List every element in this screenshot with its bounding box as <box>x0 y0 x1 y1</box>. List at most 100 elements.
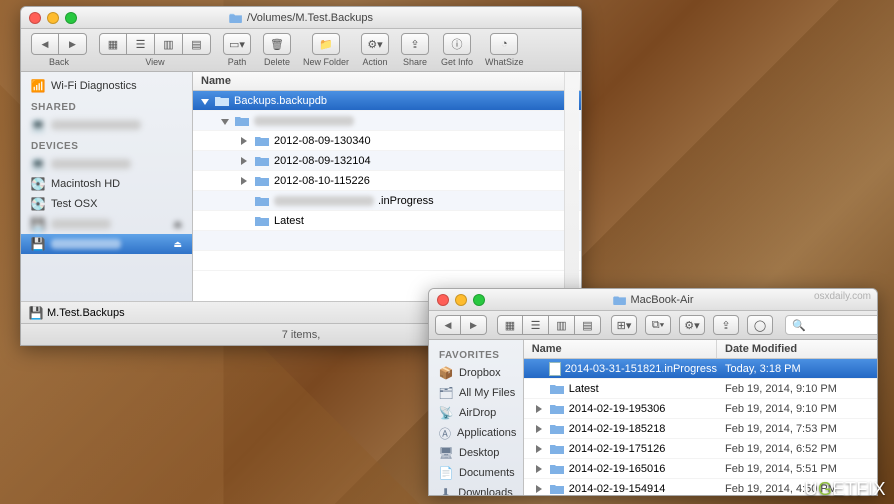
item-date: Feb 19, 2014, 9:10 PM <box>717 403 877 415</box>
sidebar-item-device-redacted[interactable]: 💻 <box>21 154 192 174</box>
back-button[interactable]: ◀ <box>31 33 59 55</box>
sidebar: 📶 Wi-Fi Diagnostics SHARED 💻 DEVICES 💻 💽… <box>21 72 193 301</box>
list-item[interactable]: 2012-08-09-132104 <box>193 151 581 171</box>
action-button[interactable]: ⚙▾ <box>361 33 389 55</box>
sidebar-item-selected-volume[interactable]: 💾 ⏏ <box>21 234 192 254</box>
sidebar-item-all-my-files[interactable]: 🗂All My Files <box>429 383 523 403</box>
list-item[interactable]: 2014-03-31-151821.inProgressToday, 3:18 … <box>524 359 877 379</box>
sidebar-item-downloads[interactable]: ⬇Downloads <box>429 483 523 495</box>
sidebar-item-shared-redacted[interactable]: 💻 <box>21 115 192 135</box>
sidebar-item-desktop[interactable]: 🖥Desktop <box>429 443 523 463</box>
disclosure-triangle[interactable] <box>536 424 546 434</box>
sidebar-item-test-osx[interactable]: 💽 Test OSX <box>21 194 192 214</box>
scrollbar[interactable] <box>564 72 579 301</box>
disclosure-triangle[interactable] <box>241 176 251 186</box>
sidebar-item-label: Documents <box>459 467 515 479</box>
list-item[interactable]: .inProgress <box>193 191 581 211</box>
view-icon-button[interactable]: ▦ <box>99 33 127 55</box>
column-date[interactable]: Date Modified <box>717 340 877 358</box>
item-name: Backups.backupdb <box>234 95 581 107</box>
list-item[interactable]: 2014-02-19-165016Feb 19, 2014, 5:51 PM <box>524 459 877 479</box>
sidebar-item-wifi-diagnostics[interactable]: 📶 Wi-Fi Diagnostics <box>21 76 192 96</box>
column-name[interactable]: Name <box>193 72 581 90</box>
new-folder-button[interactable]: 📁 <box>312 33 340 55</box>
dropbox-icon: 📦 <box>439 366 453 380</box>
dropbox-button[interactable]: ⧉▾ <box>645 315 671 335</box>
zoom-button[interactable] <box>473 294 485 306</box>
view-column-button[interactable]: ▥ <box>549 315 575 335</box>
eject-icon[interactable]: ⏏ <box>173 239 182 250</box>
list-item[interactable] <box>193 111 581 131</box>
path-button[interactable]: ▭▾ <box>223 33 251 55</box>
path-segment[interactable]: M.Test.Backups <box>47 307 125 319</box>
folder-icon <box>214 94 230 107</box>
folder-icon <box>254 194 270 207</box>
share-button[interactable]: ⇪ <box>713 315 739 335</box>
titlebar[interactable]: MacBook-Air osxdaily.com <box>429 289 877 311</box>
titlebar[interactable]: /Volumes/M.Test.Backups <box>21 7 581 29</box>
watermark-text: osxdaily.com <box>814 291 871 302</box>
view-coverflow-button[interactable]: ▤ <box>183 33 211 55</box>
sidebar-item-airdrop[interactable]: 📡AirDrop <box>429 403 523 423</box>
list-item[interactable]: Backups.backupdb <box>193 91 581 111</box>
search-field[interactable]: 🔍 <box>785 315 878 335</box>
whatsize-button[interactable]: ◔ <box>490 33 518 55</box>
disclosure-triangle[interactable] <box>241 156 251 166</box>
eject-icon[interactable]: ⏏ <box>173 219 182 230</box>
disclosure-triangle[interactable] <box>536 464 546 474</box>
view-column-button[interactable]: ▥ <box>155 33 183 55</box>
list-item[interactable]: 2012-08-09-130340 <box>193 131 581 151</box>
disclosure-triangle[interactable] <box>241 136 251 146</box>
sidebar-item-applications[interactable]: ⒶApplications <box>429 423 523 443</box>
disclosure-triangle[interactable] <box>536 404 546 414</box>
arrange-button[interactable]: ⊞▾ <box>611 315 637 335</box>
view-list-button[interactable]: ☰ <box>523 315 549 335</box>
minimize-button[interactable] <box>47 12 59 24</box>
minimize-button[interactable] <box>455 294 467 306</box>
disclosure-triangle[interactable] <box>536 444 546 454</box>
column-name[interactable]: Name <box>524 340 717 358</box>
disclosure-triangle[interactable] <box>221 116 231 126</box>
list-item[interactable]: 2014-02-19-185218Feb 19, 2014, 7:53 PM <box>524 419 877 439</box>
close-button[interactable] <box>29 12 41 24</box>
wifi-icon: 📶 <box>31 79 45 93</box>
forward-button[interactable]: ▶ <box>461 315 487 335</box>
list-item[interactable]: Latest <box>193 211 581 231</box>
view-icon-button[interactable]: ▦ <box>497 315 523 335</box>
view-coverflow-button[interactable]: ▤ <box>575 315 601 335</box>
folder-icon <box>234 114 250 127</box>
list-item[interactable]: LatestFeb 19, 2014, 9:10 PM <box>524 379 877 399</box>
sidebar-item-documents[interactable]: 📄 Documents <box>429 463 523 483</box>
list-header: Name Date Modified <box>524 340 877 359</box>
item-name: 2012-08-09-132104 <box>274 155 581 167</box>
get-info-button[interactable]: ⓘ <box>443 33 471 55</box>
back-button[interactable]: ◀ <box>435 315 461 335</box>
disclosure-triangle[interactable] <box>201 96 211 106</box>
disclosure-triangle[interactable] <box>536 484 546 494</box>
search-input[interactable] <box>810 319 878 331</box>
tags-button[interactable]: ◯ <box>747 315 773 335</box>
disk-icon: 💾 <box>29 306 43 320</box>
item-name: 2014-03-31-151821.inProgress <box>565 363 717 375</box>
item-name: 2014-02-19-185218 <box>569 423 666 435</box>
documents-icon: 📄 <box>439 466 453 480</box>
sidebar-item-volume-redacted[interactable]: 💾 ⏏ <box>21 214 192 234</box>
item-name: 2014-02-19-195306 <box>569 403 666 415</box>
forward-button[interactable]: ▶ <box>59 33 87 55</box>
sidebar-item-label: Test OSX <box>51 198 97 210</box>
delete-button[interactable]: 🗑 <box>263 33 291 55</box>
zoom-button[interactable] <box>65 12 77 24</box>
applications-icon: Ⓐ <box>439 426 451 440</box>
sidebar-item-macintosh-hd[interactable]: 💽 Macintosh HD <box>21 174 192 194</box>
folder-icon <box>254 154 270 167</box>
list-item[interactable]: 2012-08-10-115226 <box>193 171 581 191</box>
folder-icon <box>254 174 270 187</box>
list-item[interactable]: 2014-02-19-195306 Feb 19, 2014, 9:10 PM <box>524 399 877 419</box>
sidebar-item-dropbox[interactable]: 📦Dropbox <box>429 363 523 383</box>
share-button[interactable]: ⇪ <box>401 33 429 55</box>
close-button[interactable] <box>437 294 449 306</box>
view-list-button[interactable]: ☰ <box>127 33 155 55</box>
sidebar-item-label: Downloads <box>458 487 512 495</box>
list-item[interactable]: 2014-02-19-175126Feb 19, 2014, 6:52 PM <box>524 439 877 459</box>
action-button[interactable]: ⚙▾ <box>679 315 705 335</box>
